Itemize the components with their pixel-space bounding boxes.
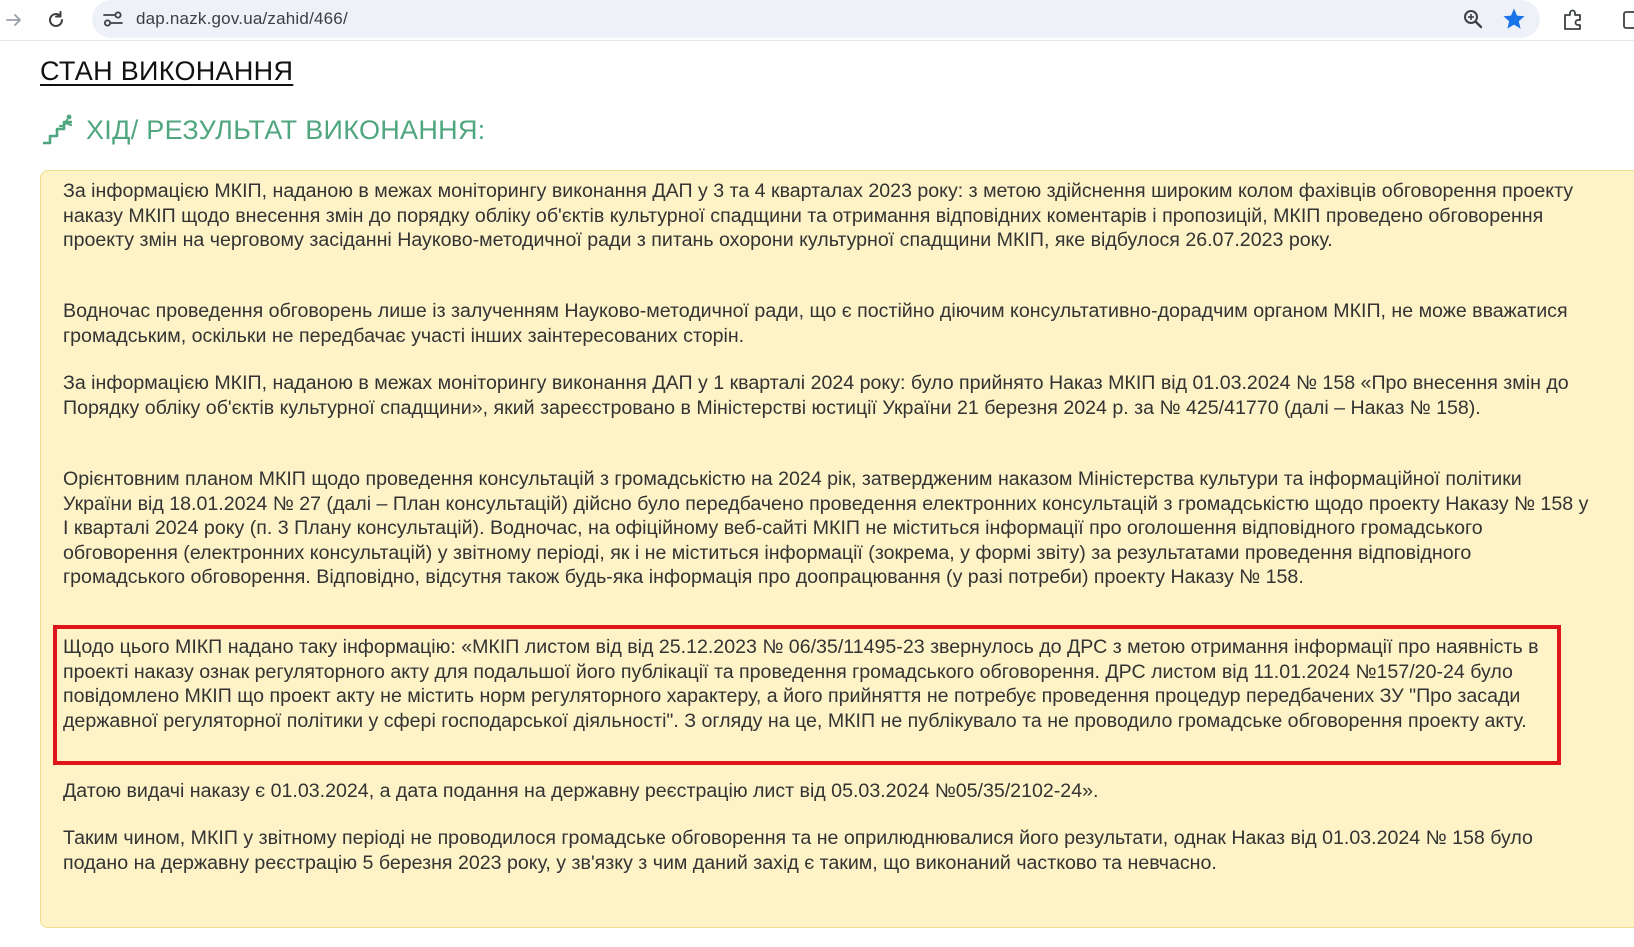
site-settings-icon[interactable] (102, 9, 124, 29)
subtitle-row: ХІД/ РЕЗУЛЬТАТ ВИКОНАННЯ: (40, 112, 486, 148)
highlighted-paragraph: Щодо цього МІКП надано таку інформацію: … (63, 636, 1539, 732)
address-bar[interactable]: dap.nazk.gov.ua/zahid/466/ (92, 0, 1540, 38)
stairs-progress-icon (43, 114, 73, 145)
paragraph-2: Водночас проведення обговорень лише із з… (63, 300, 1568, 347)
subtitle: ХІД/ РЕЗУЛЬТАТ ВИКОНАННЯ: (86, 114, 486, 145)
reload-icon[interactable] (42, 6, 70, 34)
url-text[interactable]: dap.nazk.gov.ua/zahid/466/ (136, 9, 348, 29)
paragraph-4: Орієнтовним планом МКІП щодо проведення … (63, 468, 1589, 588)
menu-icon[interactable] (1620, 7, 1634, 33)
paragraph-7: Таким чином, МКІП у звітному періоді не … (63, 827, 1533, 874)
extensions-icon[interactable] (1560, 7, 1586, 33)
forward-arrow-icon[interactable] (0, 6, 28, 34)
browser-toolbar: dap.nazk.gov.ua/zahid/466/ (0, 0, 1634, 41)
paragraph-3: За інформацією МКІП, наданою в межах мон… (63, 372, 1569, 419)
section-title: СТАН ВИКОНАННЯ (40, 56, 294, 86)
bookmark-star-icon[interactable] (1501, 6, 1527, 32)
paragraph-1: За інформацією МКІП, наданою в межах мон… (63, 180, 1574, 251)
zoom-icon[interactable] (1462, 8, 1484, 30)
paragraph-6: Датою видачі наказу є 01.03.2024, а дата… (63, 780, 1099, 802)
execution-result-box: За інформацією МКІП, наданою в межах мон… (40, 170, 1634, 928)
